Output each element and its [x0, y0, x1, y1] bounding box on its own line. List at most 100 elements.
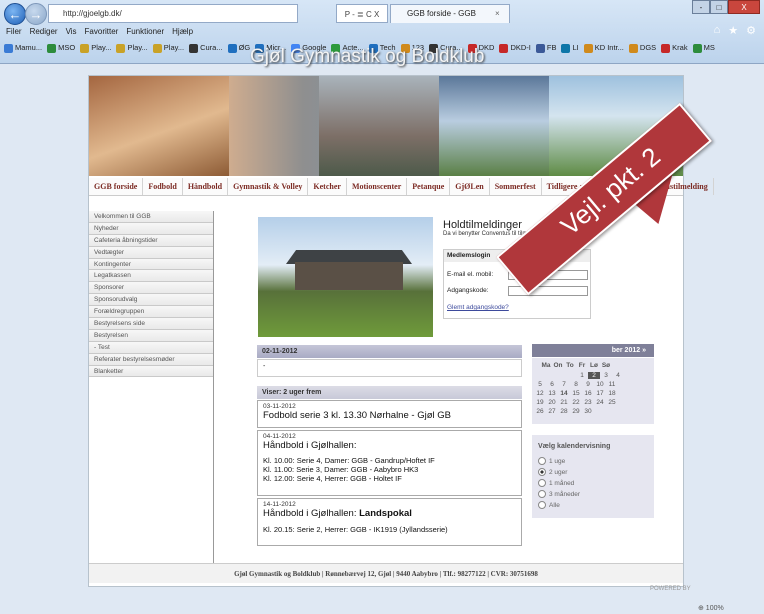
- sidebar-item[interactable]: Nyheder: [89, 222, 213, 235]
- tab-close-button[interactable]: ×: [495, 4, 500, 23]
- menu-item-hjælp[interactable]: Hjælp: [172, 25, 193, 39]
- calendar-day[interactable]: 7: [558, 381, 570, 388]
- nav-item[interactable]: GjØLen: [450, 178, 490, 195]
- nav-item[interactable]: Ketcher: [308, 178, 347, 195]
- calendar-day[interactable]: 26: [534, 408, 546, 415]
- calendar-day[interactable]: 27: [546, 408, 558, 415]
- address-bar[interactable]: http://gjoelgb.dk/: [48, 4, 298, 23]
- sidebar-item[interactable]: - Test: [89, 341, 213, 354]
- radio-button[interactable]: [538, 468, 546, 476]
- radio-button[interactable]: [538, 457, 546, 465]
- calendar-day[interactable]: 4: [612, 372, 624, 379]
- favorite-link[interactable]: LI: [561, 40, 579, 56]
- nav-item[interactable]: GGB forside: [89, 178, 144, 195]
- nav-item[interactable]: Fodbold: [143, 178, 183, 195]
- menu-item-filer[interactable]: Filer: [6, 25, 22, 39]
- favorite-link[interactable]: ØG: [227, 40, 250, 56]
- favorite-link[interactable]: Play...: [152, 40, 184, 56]
- menu-item-vis[interactable]: Vis: [66, 25, 77, 39]
- calendar-day[interactable]: 3: [600, 372, 612, 379]
- favorite-link[interactable]: Cura...: [189, 40, 223, 56]
- minimize-button[interactable]: -: [692, 0, 710, 14]
- sidebar-item[interactable]: Legatkassen: [89, 270, 213, 283]
- calendar-day[interactable]: 24: [594, 399, 606, 406]
- sidebar-item[interactable]: Velkommen til GGB: [89, 211, 213, 223]
- calendar-day[interactable]: 25: [606, 399, 618, 406]
- favorite-link[interactable]: Krak: [661, 40, 688, 56]
- calendar-day[interactable]: 29: [570, 408, 582, 415]
- sidebar-item[interactable]: Kontingenter: [89, 258, 213, 271]
- menu-item-favoritter[interactable]: Favoritter: [85, 25, 119, 39]
- nav-item[interactable]: Motionscenter: [347, 178, 408, 195]
- sidebar-item[interactable]: Sponsorer: [89, 282, 213, 295]
- nav-item[interactable]: Sommerfest: [490, 178, 542, 195]
- calendar-day[interactable]: 13: [546, 390, 558, 397]
- calendar-view-option[interactable]: 2 uger: [538, 468, 567, 476]
- sidebar-item[interactable]: Bestyrelsen: [89, 329, 213, 342]
- calendar-day[interactable]: 19: [534, 399, 546, 406]
- favorite-link[interactable]: Play...: [80, 40, 111, 56]
- sidebar-item[interactable]: Vedtægter: [89, 246, 213, 259]
- event-item[interactable]: 14-11-2012 Håndbold i Gjølhallen: Landsp…: [257, 498, 522, 546]
- radio-button[interactable]: [538, 501, 546, 509]
- nav-item[interactable]: Petanque: [407, 178, 451, 195]
- favorite-link[interactable]: DGS: [628, 40, 656, 56]
- favorite-link[interactable]: FB: [535, 40, 556, 56]
- calendar-day[interactable]: 28: [558, 408, 570, 415]
- calendar-day[interactable]: 12: [534, 390, 546, 397]
- calendar-day[interactable]: 2: [588, 372, 600, 379]
- calendar-day[interactable]: 22: [570, 399, 582, 406]
- password-field[interactable]: [508, 286, 588, 296]
- favorite-link[interactable]: KD Intr...: [583, 40, 624, 56]
- event-item[interactable]: 04-11-2012 Håndbold i Gjølhallen: Kl. 10…: [257, 430, 522, 496]
- zoom-level[interactable]: ⊕ 100%: [698, 604, 724, 612]
- back-button[interactable]: ←: [4, 3, 26, 25]
- radio-button[interactable]: [538, 490, 546, 498]
- calendar-day[interactable]: [552, 372, 564, 379]
- favorite-link[interactable]: Play...: [116, 40, 148, 56]
- calendar-view-option[interactable]: 1 måned: [538, 479, 574, 487]
- forgot-password-link[interactable]: Glemt adgangskode?: [447, 304, 509, 311]
- sidebar-item[interactable]: Sponsorudvalg: [89, 294, 213, 307]
- close-window-button[interactable]: X: [728, 0, 760, 14]
- favorite-link[interactable]: MS: [692, 40, 715, 56]
- menu-item-rediger[interactable]: Rediger: [30, 25, 58, 39]
- calendar-next-icon[interactable]: »: [642, 347, 646, 354]
- calendar-view-option[interactable]: 1 uge: [538, 457, 565, 465]
- calendar-day[interactable]: 5: [534, 381, 546, 388]
- calendar-day[interactable]: 16: [582, 390, 594, 397]
- nav-item[interactable]: Håndbold: [183, 178, 229, 195]
- favorite-link[interactable]: MSO: [47, 40, 75, 56]
- calendar-day[interactable]: 9: [582, 381, 594, 388]
- forward-button[interactable]: →: [25, 3, 47, 25]
- address-controls[interactable]: P - ≣ C X: [336, 4, 388, 23]
- maximize-button[interactable]: □: [710, 0, 728, 14]
- calendar-view-option[interactable]: Alle: [538, 501, 560, 509]
- calendar-day[interactable]: 15: [570, 390, 582, 397]
- sidebar-item[interactable]: Bestyrelsens side: [89, 318, 213, 330]
- sidebar-item[interactable]: Referater bestyrelsesmøder: [89, 353, 213, 366]
- sidebar-item[interactable]: Forældregruppen: [89, 306, 213, 319]
- calendar-day[interactable]: [564, 372, 576, 379]
- radio-button[interactable]: [538, 479, 546, 487]
- sidebar-item[interactable]: Blanketter: [89, 365, 213, 378]
- calendar-day[interactable]: 18: [606, 390, 618, 397]
- calendar-day[interactable]: 1: [576, 372, 588, 379]
- calendar-day[interactable]: 21: [558, 399, 570, 406]
- calendar-day[interactable]: 23: [582, 399, 594, 406]
- calendar-day[interactable]: 20: [546, 399, 558, 406]
- calendar-day[interactable]: 10: [594, 381, 606, 388]
- favorite-link[interactable]: DKD-I: [499, 40, 531, 56]
- nav-item[interactable]: Gymnastik & Volley: [228, 178, 309, 195]
- calendar-day[interactable]: 11: [606, 381, 618, 388]
- sidebar-item[interactable]: Cafeteria åbningstider: [89, 234, 213, 247]
- calendar-day[interactable]: 6: [546, 381, 558, 388]
- browser-tab[interactable]: GGB forside - GGB: [390, 4, 510, 23]
- calendar-day[interactable]: 14: [558, 390, 570, 397]
- menu-item-funktioner[interactable]: Funktioner: [126, 25, 164, 39]
- calendar-view-option[interactable]: 3 måneder: [538, 490, 580, 498]
- calendar-day[interactable]: 17: [594, 390, 606, 397]
- favorite-link[interactable]: Mamu...: [4, 40, 42, 56]
- event-item[interactable]: 03-11-2012 Fodbold serie 3 kl. 13.30 Nør…: [257, 400, 522, 428]
- calendar-day[interactable]: 8: [570, 381, 582, 388]
